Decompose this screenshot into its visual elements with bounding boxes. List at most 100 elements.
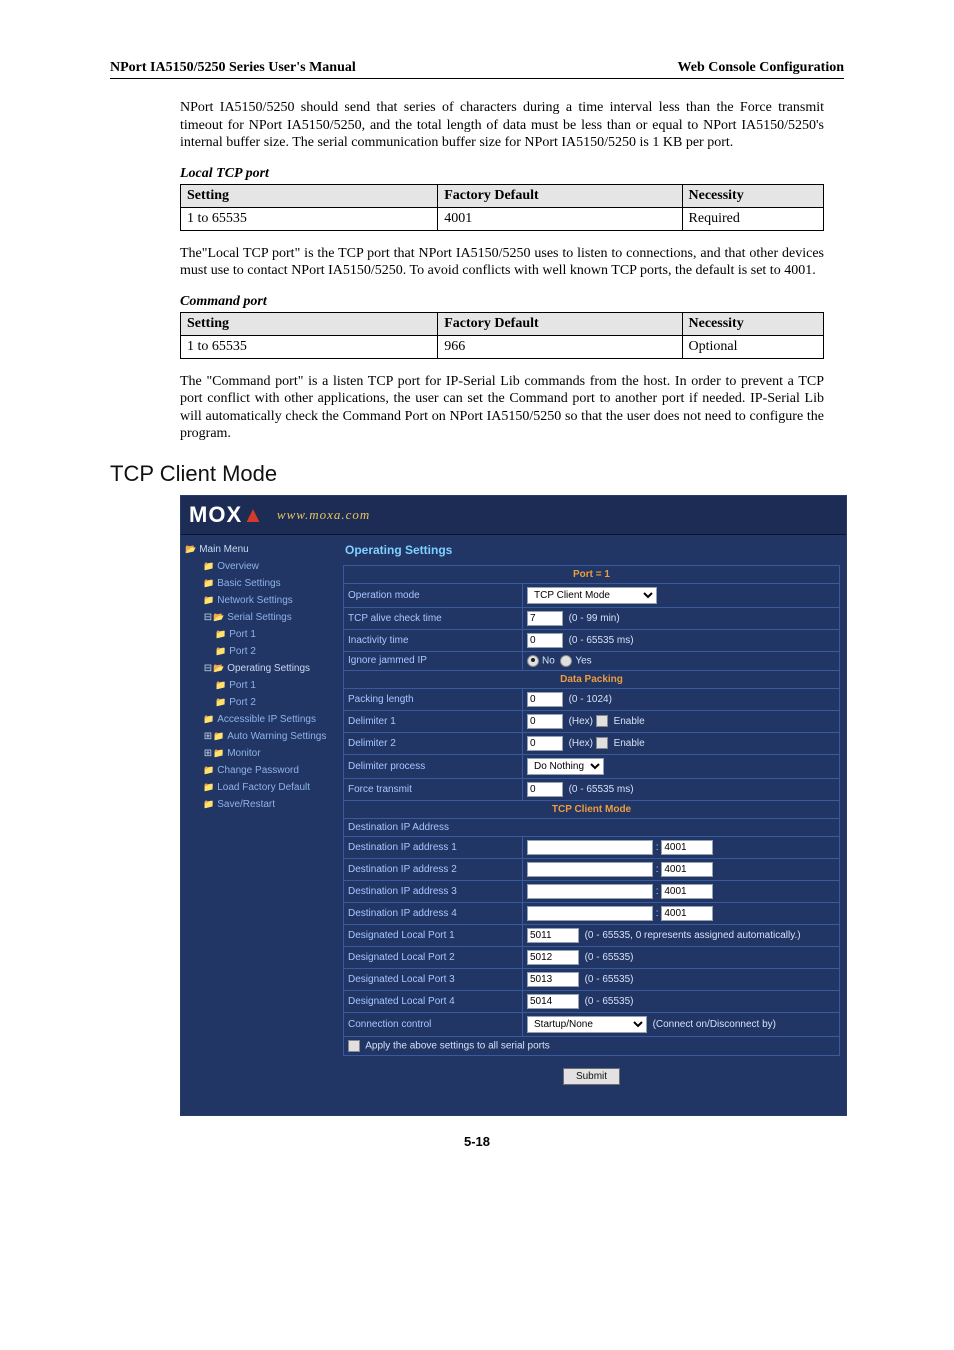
moxa-logo: MOX▲ bbox=[189, 502, 265, 528]
dest-ip-4-input[interactable] bbox=[527, 906, 653, 921]
submit-button[interactable]: Submit bbox=[563, 1068, 620, 1085]
inactivity-time-input[interactable] bbox=[527, 633, 563, 648]
delimiter-2-enable-checkbox[interactable] bbox=[596, 737, 608, 749]
delimiter-1-input[interactable] bbox=[527, 714, 563, 729]
sidebar-item-monitor[interactable]: ⊞Monitor bbox=[185, 745, 333, 762]
label-connection-control: Connection control bbox=[344, 1012, 523, 1036]
hint-hex: (Hex) bbox=[569, 738, 593, 749]
label-dest-ip-3: Destination IP address 3 bbox=[344, 880, 523, 902]
connection-control-select[interactable]: Startup/None bbox=[527, 1016, 647, 1033]
hint-packing: (0 - 1024) bbox=[569, 694, 612, 705]
cell-default: 966 bbox=[438, 335, 682, 358]
sidebar-item-serial-settings[interactable]: ⊟Serial Settings bbox=[185, 609, 333, 626]
ignore-jammed-no-radio[interactable] bbox=[527, 655, 539, 667]
web-console-screenshot: MOX▲ www.moxa.com Main Menu Overview Bas… bbox=[180, 495, 847, 1116]
console-header: MOX▲ www.moxa.com bbox=[181, 496, 846, 535]
sidebar-item-network-settings[interactable]: Network Settings bbox=[185, 592, 333, 609]
main-panel: Operating Settings Port = 1 Operation mo… bbox=[337, 535, 846, 1115]
page-number: 5-18 bbox=[110, 1134, 844, 1149]
tcp-alive-check-input[interactable] bbox=[527, 611, 563, 626]
dest-port-3-input[interactable] bbox=[661, 884, 713, 899]
command-port-desc: The "Command port" is a listen TCP port … bbox=[180, 373, 824, 443]
local-tcp-port-heading: Local TCP port bbox=[180, 166, 844, 182]
radio-label-yes: Yes bbox=[575, 655, 591, 666]
local-port-2-input[interactable] bbox=[527, 950, 579, 965]
dest-port-4-input[interactable] bbox=[661, 906, 713, 921]
colon-sep: : bbox=[656, 864, 659, 875]
local-tcp-port-desc: The"Local TCP port" is the TCP port that… bbox=[180, 245, 824, 280]
apply-all-checkbox[interactable] bbox=[348, 1040, 360, 1052]
cell-setting: 1 to 65535 bbox=[181, 207, 438, 230]
hint-local1: (0 - 65535, 0 represents assigned automa… bbox=[585, 930, 801, 941]
local-port-4-input[interactable] bbox=[527, 994, 579, 1009]
tcp-client-mode-heading: TCP Client Mode bbox=[110, 461, 844, 487]
intro-paragraph: NPort IA5150/5250 should send that serie… bbox=[180, 99, 824, 152]
cell-necessity: Optional bbox=[682, 335, 823, 358]
label-local-port-1: Designated Local Port 1 bbox=[344, 924, 523, 946]
col-setting: Setting bbox=[181, 312, 438, 335]
sidebar-item-serial-port1[interactable]: Port 1 bbox=[185, 626, 333, 643]
sidebar-item-auto-warning[interactable]: ⊞Auto Warning Settings bbox=[185, 728, 333, 745]
operating-settings-form: Port = 1 Operation mode TCP Client Mode … bbox=[343, 565, 840, 1056]
hint-localrest: (0 - 65535) bbox=[585, 974, 634, 985]
dest-port-1-input[interactable] bbox=[661, 840, 713, 855]
colon-sep: : bbox=[656, 842, 659, 853]
label-enable: Enable bbox=[614, 738, 645, 749]
command-port-table: Setting Factory Default Necessity 1 to 6… bbox=[180, 312, 824, 359]
label-local-port-3: Designated Local Port 3 bbox=[344, 968, 523, 990]
col-setting: Setting bbox=[181, 184, 438, 207]
radio-label-no: No bbox=[542, 655, 555, 666]
label-dest-ip-1: Destination IP address 1 bbox=[344, 836, 523, 858]
dest-ip-2-input[interactable] bbox=[527, 862, 653, 877]
force-transmit-input[interactable] bbox=[527, 782, 563, 797]
hint-force: (0 - 65535 ms) bbox=[569, 784, 634, 795]
delimiter-1-enable-checkbox[interactable] bbox=[596, 715, 608, 727]
section-port: Port = 1 bbox=[344, 565, 840, 583]
label-local-port-4: Designated Local Port 4 bbox=[344, 990, 523, 1012]
section-data-packing: Data Packing bbox=[344, 670, 840, 688]
sidebar-item-change-password[interactable]: Change Password bbox=[185, 762, 333, 779]
hint-localrest: (0 - 65535) bbox=[585, 952, 634, 963]
operation-mode-select[interactable]: TCP Client Mode bbox=[527, 587, 657, 604]
sidebar-item-operating-port2[interactable]: Port 2 bbox=[185, 694, 333, 711]
hint-hex: (Hex) bbox=[569, 716, 593, 727]
colon-sep: : bbox=[656, 886, 659, 897]
dest-ip-1-input[interactable] bbox=[527, 840, 653, 855]
header-right: Web Console Configuration bbox=[678, 60, 844, 76]
command-port-heading: Command port bbox=[180, 294, 844, 310]
local-tcp-port-table: Setting Factory Default Necessity 1 to 6… bbox=[180, 184, 824, 231]
delimiter-2-input[interactable] bbox=[527, 736, 563, 751]
col-necessity: Necessity bbox=[682, 312, 823, 335]
sidebar-item-accessible-ip[interactable]: Accessible IP Settings bbox=[185, 711, 333, 728]
col-factory-default: Factory Default bbox=[438, 184, 682, 207]
ignore-jammed-yes-radio[interactable] bbox=[560, 655, 572, 667]
label-force-transmit: Force transmit bbox=[344, 778, 523, 800]
sidebar-item-load-factory-default[interactable]: Load Factory Default bbox=[185, 779, 333, 796]
col-necessity: Necessity bbox=[682, 184, 823, 207]
page-header: NPort IA5150/5250 Series User's Manual W… bbox=[110, 60, 844, 79]
sidebar-item-operating-port1[interactable]: Port 1 bbox=[185, 677, 333, 694]
hint-localrest: (0 - 65535) bbox=[585, 996, 634, 1007]
label-inactivity-time: Inactivity time bbox=[344, 629, 523, 651]
hint-alive: (0 - 99 min) bbox=[569, 613, 620, 624]
sidebar-item-basic-settings[interactable]: Basic Settings bbox=[185, 575, 333, 592]
sidebar-item-save-restart[interactable]: Save/Restart bbox=[185, 796, 333, 813]
moxa-url: www.moxa.com bbox=[277, 507, 370, 523]
sidebar-main-menu[interactable]: Main Menu bbox=[185, 541, 333, 558]
sidebar-item-serial-port2[interactable]: Port 2 bbox=[185, 643, 333, 660]
dest-ip-3-input[interactable] bbox=[527, 884, 653, 899]
label-dest-ip-2: Destination IP address 2 bbox=[344, 858, 523, 880]
label-delimiter-process: Delimiter process bbox=[344, 754, 523, 778]
sidebar-item-operating-settings[interactable]: ⊟Operating Settings bbox=[185, 660, 333, 677]
table-row: 1 to 65535 966 Optional bbox=[181, 335, 824, 358]
label-packing-length: Packing length bbox=[344, 688, 523, 710]
label-dest-ip-4: Destination IP address 4 bbox=[344, 902, 523, 924]
delimiter-process-select[interactable]: Do Nothing bbox=[527, 758, 604, 775]
local-port-1-input[interactable] bbox=[527, 928, 579, 943]
local-port-3-input[interactable] bbox=[527, 972, 579, 987]
label-enable: Enable bbox=[614, 716, 645, 727]
cell-default: 4001 bbox=[438, 207, 682, 230]
dest-port-2-input[interactable] bbox=[661, 862, 713, 877]
packing-length-input[interactable] bbox=[527, 692, 563, 707]
sidebar-item-overview[interactable]: Overview bbox=[185, 558, 333, 575]
